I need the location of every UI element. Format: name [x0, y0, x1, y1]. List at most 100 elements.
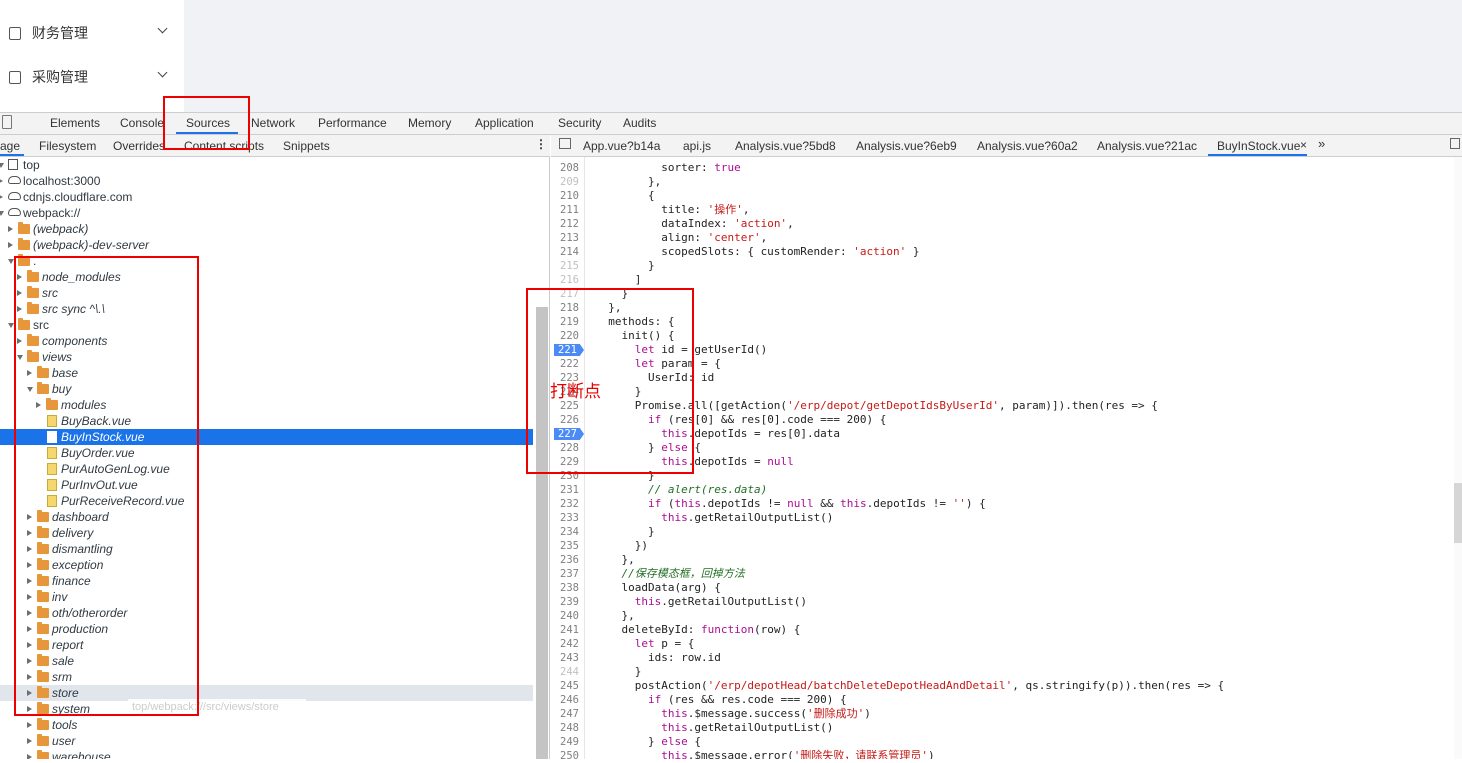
- code-line[interactable]: {: [595, 189, 655, 203]
- tree-folder-item[interactable]: inv: [0, 589, 533, 605]
- line-number[interactable]: 235: [560, 539, 579, 553]
- tree-folder-item[interactable]: (webpack): [0, 221, 533, 237]
- code-line[interactable]: this.getRetailOutputList(): [595, 721, 833, 735]
- line-number[interactable]: 238: [560, 581, 579, 595]
- line-number[interactable]: 245: [560, 679, 579, 693]
- line-number[interactable]: 232: [560, 497, 579, 511]
- toggle-navigator-icon[interactable]: [559, 138, 571, 149]
- tree-folder-item[interactable]: sale: [0, 653, 533, 669]
- close-tab-icon[interactable]: ×: [1300, 138, 1307, 152]
- more-tabs-icon[interactable]: »: [1318, 136, 1325, 151]
- expand-arrow-icon[interactable]: [27, 690, 32, 696]
- expand-arrow-icon[interactable]: [27, 658, 32, 664]
- line-number[interactable]: 226: [560, 413, 579, 427]
- code-line[interactable]: // alert(res.data): [595, 483, 767, 497]
- expand-arrow-icon[interactable]: [17, 306, 22, 312]
- code-line[interactable]: if (this.depotIds != null && this.depotI…: [595, 497, 986, 511]
- navigator-scrollbar[interactable]: [536, 307, 548, 759]
- line-number[interactable]: 240: [560, 609, 579, 623]
- tab-application[interactable]: Application: [475, 116, 534, 130]
- chevron-down-icon[interactable]: [157, 23, 168, 34]
- expand-arrow-icon[interactable]: [27, 514, 32, 520]
- expand-arrow-icon[interactable]: [27, 546, 32, 552]
- line-number[interactable]: 244: [560, 665, 579, 679]
- code-line[interactable]: //保存模态框，回掉方法: [595, 567, 745, 581]
- tree-folder-item[interactable]: tools: [0, 717, 533, 733]
- expand-arrow-icon[interactable]: [8, 242, 13, 248]
- tree-folder-item[interactable]: finance: [0, 573, 533, 589]
- code-line[interactable]: deleteById: function(row) {: [595, 623, 800, 637]
- line-number[interactable]: 247: [560, 707, 579, 721]
- breakpoint-marker[interactable]: 227: [554, 428, 584, 440]
- editor-tab[interactable]: App.vue?b14a: [583, 139, 660, 153]
- code-line[interactable]: this.$message.success('删除成功'): [595, 707, 871, 721]
- expand-arrow-icon[interactable]: [17, 290, 22, 296]
- subtab-filesystem[interactable]: Filesystem: [39, 139, 96, 153]
- line-number[interactable]: 216: [560, 273, 579, 287]
- tree-folder-item[interactable]: src sync ^\.\: [0, 301, 533, 317]
- line-number[interactable]: 231: [560, 483, 579, 497]
- tree-file-item[interactable]: PurInvOut.vue: [0, 477, 533, 493]
- line-number[interactable]: 229: [560, 455, 579, 469]
- line-number[interactable]: 246: [560, 693, 579, 707]
- code-line[interactable]: this.depotIds = res[0].data: [595, 427, 840, 441]
- line-number[interactable]: 218: [560, 301, 579, 315]
- code-line[interactable]: ]: [595, 273, 642, 287]
- tree-folder-item[interactable]: user: [0, 733, 533, 749]
- code-line[interactable]: this.getRetailOutputList(): [595, 595, 807, 609]
- tree-folder-item[interactable]: src: [0, 317, 533, 333]
- editor-tab[interactable]: Analysis.vue?5bd8: [735, 139, 836, 153]
- line-number[interactable]: 250: [560, 749, 579, 763]
- subtab-overrides[interactable]: Overrides: [113, 139, 165, 153]
- code-line[interactable]: }: [595, 665, 642, 679]
- code-line[interactable]: methods: {: [595, 315, 674, 329]
- code-line[interactable]: if (res[0] && res[0].code === 200) {: [595, 413, 886, 427]
- expand-arrow-icon[interactable]: [27, 642, 32, 648]
- code-line[interactable]: dataIndex: 'action',: [595, 217, 793, 231]
- line-number[interactable]: 210: [560, 189, 579, 203]
- code-line[interactable]: init() {: [595, 329, 674, 343]
- expand-arrow-open-icon[interactable]: [8, 259, 14, 264]
- tree-folder-item[interactable]: node_modules: [0, 269, 533, 285]
- tab-network[interactable]: Network: [251, 116, 295, 130]
- line-number[interactable]: 249: [560, 735, 579, 749]
- expand-arrow-open-icon[interactable]: [27, 387, 33, 392]
- expand-arrow-icon[interactable]: [17, 274, 22, 280]
- tab-performance[interactable]: Performance: [318, 116, 387, 130]
- code-line[interactable]: title: '操作',: [595, 203, 749, 217]
- expand-arrow-icon[interactable]: [27, 610, 32, 616]
- expand-arrow-icon[interactable]: [27, 370, 32, 376]
- tab-console[interactable]: Console: [120, 116, 164, 130]
- tree-folder-item[interactable]: report: [0, 637, 533, 653]
- more-options-icon[interactable]: ⋮: [535, 137, 547, 151]
- device-toolbar-icon[interactable]: [2, 115, 12, 129]
- code-line[interactable]: this.depotIds = null: [595, 455, 793, 469]
- expand-arrow-icon[interactable]: [27, 530, 32, 536]
- tree-file-item[interactable]: BuyOrder.vue: [0, 445, 533, 461]
- tree-file-item[interactable]: BuyInStock.vue: [0, 429, 533, 445]
- tree-file-item[interactable]: BuyBack.vue: [0, 413, 533, 429]
- line-number[interactable]: 211: [560, 203, 579, 217]
- tree-folder-item[interactable]: delivery: [0, 525, 533, 541]
- chevron-down-icon[interactable]: [157, 67, 168, 78]
- line-number[interactable]: 241: [560, 623, 579, 637]
- expand-arrow-icon[interactable]: [27, 706, 32, 712]
- tree-folder-item[interactable]: webpack://: [0, 205, 533, 221]
- expand-arrow-icon[interactable]: [27, 738, 32, 744]
- expand-arrow-icon[interactable]: [27, 578, 32, 584]
- tree-folder-item[interactable]: localhost:3000: [0, 173, 533, 189]
- line-number[interactable]: 219: [560, 315, 579, 329]
- code-line[interactable]: },: [595, 609, 634, 623]
- code-line[interactable]: }): [595, 539, 648, 553]
- tree-folder-item[interactable]: srm: [0, 669, 533, 685]
- tree-folder-item[interactable]: (webpack)-dev-server: [0, 237, 533, 253]
- code-line[interactable]: }: [595, 385, 642, 399]
- line-number[interactable]: 217: [560, 287, 579, 301]
- line-number[interactable]: 248: [560, 721, 579, 735]
- line-number[interactable]: 237: [560, 567, 579, 581]
- code-line[interactable]: }: [595, 259, 655, 273]
- tree-folder-item[interactable]: buy: [0, 381, 533, 397]
- line-number[interactable]: 243: [560, 651, 579, 665]
- code-line[interactable]: },: [595, 553, 634, 567]
- expand-arrow-open-icon[interactable]: [17, 355, 23, 360]
